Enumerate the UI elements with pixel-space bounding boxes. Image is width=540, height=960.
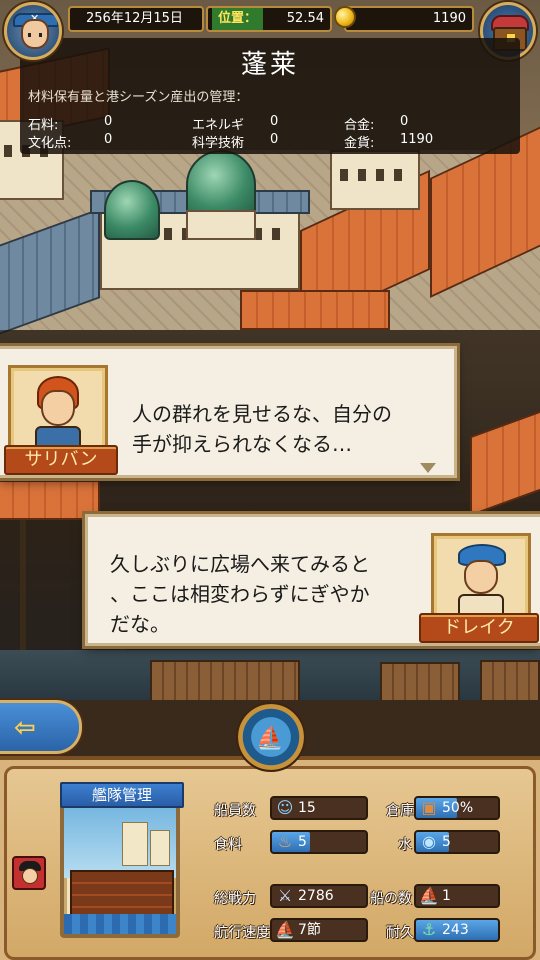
back-arrow-icon: ⇦ <box>14 713 36 743</box>
position-label: 位置： <box>212 8 264 30</box>
dialogue-text-drake: 久しぶりに広場へ来てみると 、ここは相変わらずにぎやか だな。 <box>110 549 370 639</box>
position-display: 位置： 52.54 <box>206 6 332 32</box>
dock <box>150 660 300 700</box>
meat-icon: ♨ <box>277 832 293 851</box>
boat-icon: ⛵ <box>256 726 284 751</box>
water-stat: ◉ 5 <box>414 830 500 854</box>
alloy-label: 合金: <box>344 118 375 133</box>
roof <box>240 290 390 330</box>
date-display: 256年12月15日 <box>68 6 204 32</box>
back-button[interactable]: ⇦ <box>0 700 82 754</box>
dialogue-line: 、ここは相変わらずにぎやか <box>110 582 370 606</box>
sail <box>150 830 170 866</box>
sail-icon: ⛵ <box>275 920 295 939</box>
water-value: 5 <box>442 834 451 850</box>
ships-label: 船の数 <box>370 891 412 907</box>
speaker-name-sullivan: サリバン <box>4 445 118 475</box>
warehouse-stat: ▣ 50% <box>414 796 500 820</box>
science-value: 0 <box>270 132 279 147</box>
crew-value: 15 <box>298 800 316 816</box>
food-value: 5 <box>298 834 307 850</box>
food-stat: ♨ 5 <box>270 830 368 854</box>
durability-value: 243 <box>442 922 469 938</box>
dialogue-box-sullivan[interactable]: サリバン 人の群れを見せるな、自分の 手が抑えられなくなる… <box>0 346 457 478</box>
science-label: 科学技術 <box>192 136 245 151</box>
fleet-ship-card[interactable] <box>60 804 180 938</box>
power-label: 総戦力 <box>214 891 256 907</box>
position-value: 52.54 <box>286 11 324 26</box>
captain-avatar-button[interactable] <box>4 2 62 60</box>
gold-coins-value: 1190 <box>400 132 434 147</box>
crate-icon: ▣ <box>421 798 437 817</box>
dialogue-box-drake[interactable]: 久しぶりに広場へ来てみると 、ここは相変わらずにぎやか だな。 ドレイク <box>85 514 540 646</box>
speed-value: 7節 <box>298 922 321 938</box>
ship-icon: ⛵ <box>419 886 439 905</box>
dome <box>104 180 160 240</box>
energy-value: 0 <box>270 114 279 129</box>
fleet-management-title: 艦隊管理 <box>60 782 184 808</box>
sea <box>64 914 176 934</box>
port-info-panel: 蓬莱 材料保有量と港シーズン産出の管理： 石料: 0 エネルギ 0 合金: 0 … <box>20 38 520 154</box>
durability-stat: ⚓ 243 <box>414 918 500 942</box>
sail <box>122 822 148 866</box>
speaker-name-drake: ドレイク <box>419 613 539 643</box>
continue-arrow-icon <box>420 463 436 473</box>
dock <box>480 660 540 700</box>
hull-icon: ⚓ <box>421 920 437 939</box>
water-icon: ◉ <box>422 832 436 851</box>
port-name: 蓬莱 <box>240 50 299 80</box>
captain-face-icon <box>22 868 38 884</box>
gold-display: 1190 <box>344 6 474 32</box>
speed-stat: ⛵ 7節 <box>270 918 368 942</box>
dialogue-line: 手が抑えられなくなる… <box>132 432 352 456</box>
coin-icon <box>334 6 356 28</box>
dome-base <box>186 210 256 240</box>
food-label: 食料 <box>214 837 242 853</box>
water-label: 水 <box>398 837 412 853</box>
swords-icon: ⚔ <box>277 886 293 905</box>
face <box>41 390 75 426</box>
dialogue-line: 久しぶりに広場へ来てみると <box>110 552 370 576</box>
dialogue-text-sullivan: 人の群れを見せるな、自分の 手が抑えられなくなる… <box>132 399 392 459</box>
crew-stat: ☺ 15 <box>270 796 368 820</box>
dialogue-line: 人の群れを見せるな、自分の <box>132 402 392 426</box>
sailor-icon: ☺ <box>276 798 294 817</box>
face <box>464 560 498 594</box>
durability-label: 耐久 <box>386 925 414 941</box>
gold-value: 1190 <box>432 11 466 26</box>
speed-label: 航行速度 <box>214 925 270 941</box>
warehouse-value: 50% <box>442 800 474 816</box>
captain-badge-button[interactable] <box>12 856 46 890</box>
stone-value: 0 <box>104 114 113 129</box>
gold-coins-label: 金貨: <box>344 136 375 151</box>
ships-value: 1 <box>442 888 451 904</box>
ship-wheel-button[interactable]: ⛵ <box>226 702 316 772</box>
eyes <box>28 33 42 37</box>
ships-stat: ⛵ 1 <box>414 884 500 908</box>
crew-label: 船員数 <box>214 803 256 819</box>
ship-hull <box>70 870 174 918</box>
energy-label: エネルギ <box>192 118 245 133</box>
stone-label: 石料: <box>28 118 59 133</box>
top-bar: 256年12月15日 位置： 52.54 1190 <box>0 0 540 60</box>
building-wall <box>330 150 420 210</box>
dialogue-line: だな。 <box>110 612 170 636</box>
alloy-value: 0 <box>400 114 409 129</box>
culture-value: 0 <box>104 132 113 147</box>
materials-header: 材料保有量と港シーズン産出の管理： <box>28 90 249 105</box>
culture-label: 文化点: <box>28 136 72 151</box>
power-value: 2786 <box>298 888 334 904</box>
power-stat: ⚔ 2786 <box>270 884 368 908</box>
date-text: 256年12月15日 <box>86 11 183 26</box>
dock <box>380 662 460 700</box>
warehouse-label: 倉庫 <box>386 803 414 819</box>
